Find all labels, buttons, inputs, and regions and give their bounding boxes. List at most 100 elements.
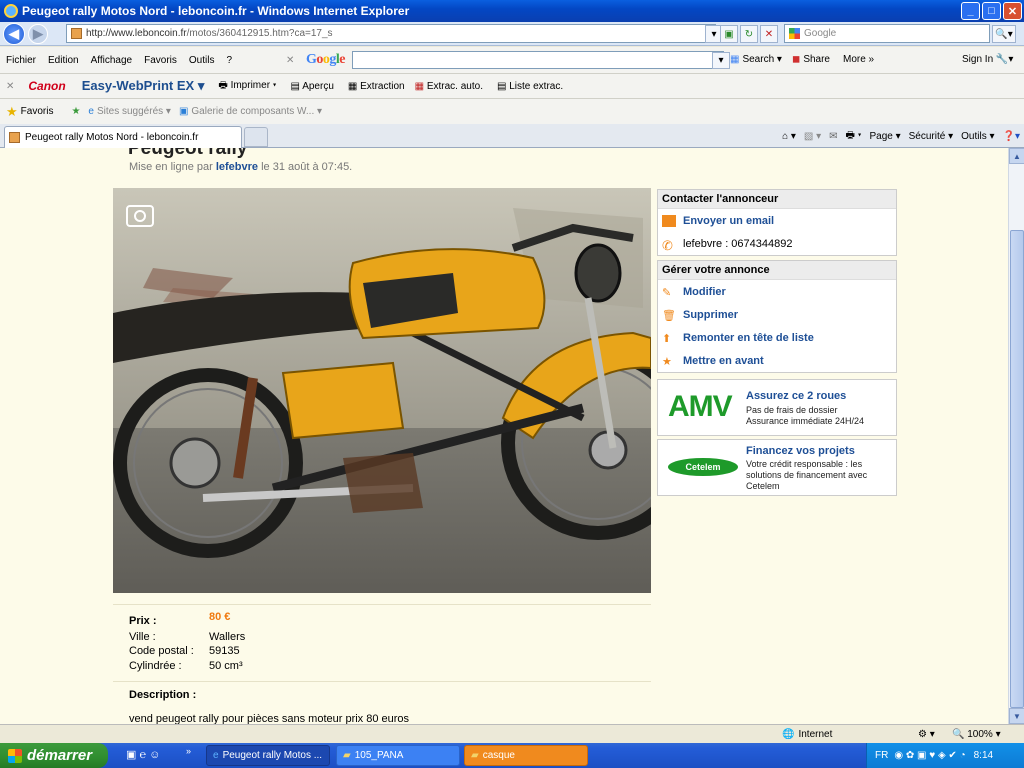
description-label: Description :	[129, 689, 197, 701]
menu-favoris[interactable]: Favoris	[138, 55, 183, 66]
help-icon[interactable]: ❓▾	[1003, 131, 1020, 142]
page-icon	[71, 28, 82, 39]
zone-indicator: 🌐 Internet	[782, 729, 832, 740]
url-field[interactable]: http://www.leboncoin.fr/motos/360412915.…	[66, 24, 716, 43]
extraction-icon: ▦	[347, 80, 358, 92]
menu-bar: Fichier Edition Affichage Favoris Outils…	[0, 47, 1024, 74]
canon-close-icon[interactable]: ✕	[6, 81, 14, 92]
task-folder2[interactable]: ▰ casque	[464, 745, 588, 766]
search-input[interactable]: Google	[784, 24, 990, 43]
ad-photo[interactable]	[113, 188, 651, 593]
folder-icon: ▰	[343, 750, 351, 761]
cetelem-line1: Votre crédit responsable : les	[746, 459, 863, 469]
arrow-up-icon: ⬆	[662, 332, 672, 345]
send-email-link[interactable]: Envoyer un email	[658, 209, 896, 232]
forward-button[interactable]: ▶	[28, 23, 48, 44]
menu-edition[interactable]: Edition	[42, 55, 85, 66]
scroll-down-button[interactable]: ▼	[1009, 708, 1024, 724]
cp-value: 59135	[209, 645, 240, 657]
language-indicator[interactable]: FR	[875, 750, 888, 761]
start-button[interactable]: démarrer	[0, 743, 108, 768]
phone-icon: ✆	[662, 237, 673, 253]
vertical-scrollbar[interactable]: ▲ ▼	[1008, 148, 1024, 724]
google-toolbar-close-icon[interactable]: ✕	[286, 55, 294, 66]
maximize-button[interactable]: □	[982, 2, 1001, 20]
contact-header: Contacter l'annonceur	[658, 190, 896, 209]
author-link[interactable]: lefebvre	[216, 161, 258, 173]
new-tab-button[interactable]	[244, 127, 268, 147]
url-host: http://www.leboncoin.fr	[86, 28, 187, 39]
print-icon[interactable]: 🖶 ▾	[846, 128, 862, 145]
apercu-button[interactable]: ▤ Aperçu	[291, 81, 334, 92]
easy-webprint-button[interactable]: Easy-WebPrint EX ▾	[82, 78, 205, 94]
sites-label: Sites suggérés	[96, 106, 164, 117]
remonter-link[interactable]: ⬆ Remonter en tête de liste	[658, 326, 896, 349]
menu-affichage[interactable]: Affichage	[85, 55, 139, 66]
google-dropdown-button[interactable]: ▾	[712, 52, 730, 69]
mettre-en-avant-link[interactable]: ★ Mettre en avant	[658, 349, 896, 372]
ie-logo-icon	[4, 4, 18, 18]
close-button[interactable]: ✕	[1003, 2, 1022, 20]
refresh-icon[interactable]: ↻	[740, 25, 758, 43]
task-folder1[interactable]: ▰ 105_PANA	[336, 745, 460, 766]
sites-suggeres-button[interactable]: e Sites suggérés ▾	[88, 106, 171, 117]
galerie-button[interactable]: ▣ Galerie de composants W... ▾	[179, 106, 322, 117]
supprimer-link[interactable]: 🗑 Supprimer	[658, 303, 896, 326]
sign-in-label: Sign In	[962, 54, 994, 65]
google-search-input[interactable]	[352, 51, 724, 69]
securite-menu[interactable]: Sécurité ▾	[909, 131, 954, 142]
tray-icons[interactable]: ◉ ✿ ▣ ♥ ◈ ✔ ◔	[894, 750, 965, 761]
ville-label: Ville :	[129, 631, 156, 643]
search-button[interactable]: 🔍▾	[992, 25, 1016, 43]
address-bar: ◀ ▶ http://www.leboncoin.fr/motos/360412…	[0, 22, 1024, 46]
contact-box: Contacter l'annonceur Envoyer un email ✆…	[657, 189, 897, 256]
google-search-button[interactable]: ▦ Search ▾	[730, 54, 782, 65]
outils-menu[interactable]: Outils ▾	[961, 131, 994, 142]
sign-in-button[interactable]: Sign In 🔧 ▾	[962, 54, 1013, 65]
share-button[interactable]: ◼ Share	[792, 54, 830, 65]
taskbar: démarrer ▣ ℮ ☺ » e Peugeot rally Motos ..…	[0, 743, 1024, 768]
zoom-control[interactable]: 🔍 100% ▾	[952, 729, 1001, 740]
page-menu[interactable]: Page ▾	[869, 131, 900, 142]
share-label: Share	[803, 54, 830, 65]
cetelem-line2: solutions de financement avec	[746, 470, 868, 480]
mail-icon[interactable]: ✉	[829, 131, 837, 142]
minimize-button[interactable]: _	[961, 2, 980, 20]
menu-help[interactable]: ?	[220, 55, 238, 66]
task-ie[interactable]: e Peugeot rally Motos ...	[206, 745, 330, 766]
imprimer-button[interactable]: 🖶 Imprimer ▾	[218, 78, 276, 95]
scroll-thumb[interactable]	[1010, 230, 1024, 708]
ie-small-icon: e	[88, 106, 94, 117]
protected-mode-icon[interactable]: ⚙ ▾	[918, 729, 935, 740]
extraction-button[interactable]: ▦ Extraction	[348, 81, 405, 92]
menu-outils[interactable]: Outils	[183, 55, 221, 66]
window-title: Peugeot rally Motos Nord - leboncoin.fr …	[22, 4, 410, 18]
menu-fichier[interactable]: Fichier	[0, 55, 42, 66]
compat-view-icon[interactable]: ▣	[720, 25, 738, 43]
scroll-up-button[interactable]: ▲	[1009, 148, 1024, 164]
favoris-button[interactable]: ★ Favoris	[6, 104, 53, 120]
favorites-bar: ★ Favoris ★ e Sites suggérés ▾ ▣ Galerie de…	[0, 99, 1024, 124]
home-icon[interactable]: ⌂ ▾	[782, 131, 796, 142]
task-ie-label: Peugeot rally Motos ...	[222, 750, 323, 761]
extrac-auto-button[interactable]: ▦ Extrac. auto.	[415, 81, 483, 92]
favoris-label: Favoris	[20, 106, 54, 117]
add-favorite-icon[interactable]: ★	[71, 106, 80, 117]
imprimer-label: Imprimer	[230, 79, 271, 91]
more-button[interactable]: More »	[843, 54, 874, 65]
back-button[interactable]: ◀	[3, 22, 25, 45]
amv-promo[interactable]: AMV Assurez ce 2 roues Pas de frais de d…	[657, 379, 897, 436]
quicklaunch-more-icon[interactable]: »	[186, 746, 191, 756]
liste-extrac-button[interactable]: ▤ Liste extrac.	[497, 81, 563, 92]
stop-icon[interactable]: ✕	[760, 25, 778, 43]
feeds-icon[interactable]: ▧ ▾	[804, 131, 821, 142]
cp-label: Code postal :	[129, 645, 194, 657]
cetelem-promo[interactable]: Cetelem Financez vos projets Votre crédi…	[657, 439, 897, 496]
clock: 8:14	[973, 750, 994, 761]
apercu-label: Aperçu	[302, 80, 334, 92]
tab-active[interactable]: Peugeot rally Motos Nord - leboncoin.fr	[4, 126, 242, 148]
task-folder1-label: 105_PANA	[354, 750, 404, 761]
cetelem-line3: Cetelem	[746, 481, 780, 491]
quicklaunch-icons[interactable]: ▣ ℮ ☺	[126, 748, 160, 761]
modifier-link[interactable]: ✎ Modifier	[658, 280, 896, 303]
